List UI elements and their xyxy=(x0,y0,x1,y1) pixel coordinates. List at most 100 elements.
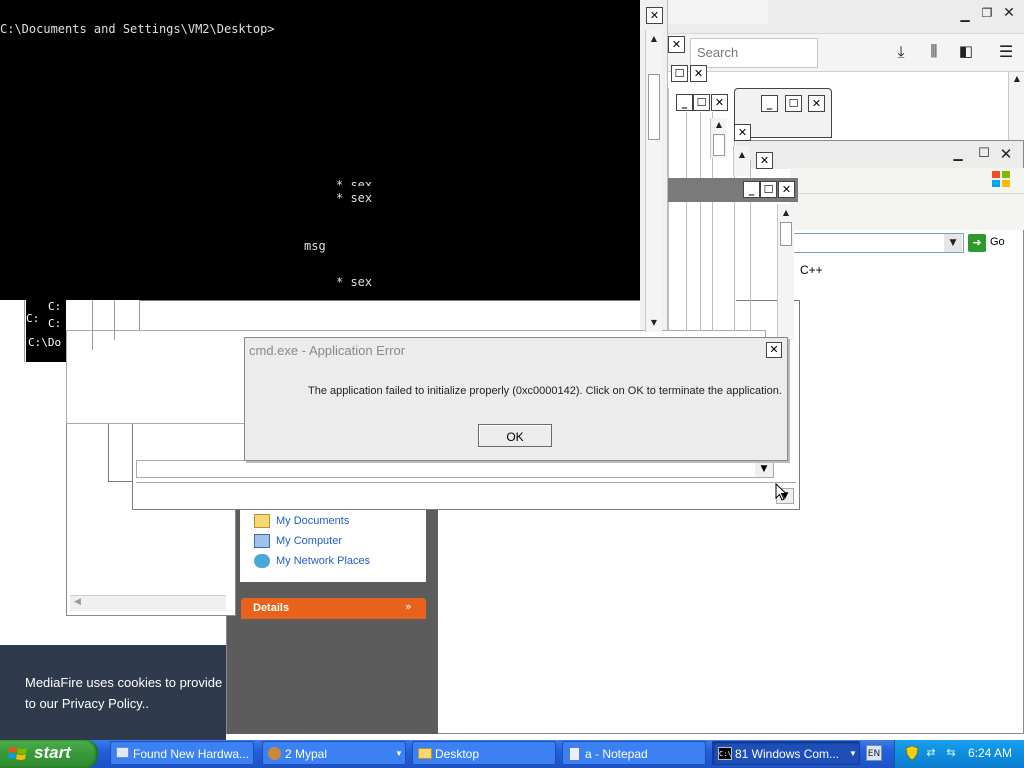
console-line: * sex xyxy=(336,178,373,186)
close-icon[interactable]: ✕ xyxy=(778,181,795,198)
browser-scrollbar[interactable]: ▲ xyxy=(1008,72,1024,142)
maximize-icon[interactable]: ☐ xyxy=(760,181,777,198)
sidebar-icon[interactable]: ◧ xyxy=(956,42,976,62)
ghost-vline xyxy=(92,300,93,350)
close-icon[interactable]: ✕ xyxy=(766,342,782,358)
security-shield-icon[interactable] xyxy=(905,745,919,761)
library-icon[interactable]: ⫼ xyxy=(924,42,944,62)
volume-icon[interactable]: ⇆ xyxy=(944,746,958,760)
my-network-places-icon xyxy=(254,554,270,568)
chevron-down-icon: ▼ xyxy=(849,749,857,758)
maximize-icon[interactable]: ☐ xyxy=(671,65,688,82)
explorer-menubar xyxy=(790,168,1024,194)
close-icon[interactable]: ✕ xyxy=(734,124,751,141)
chevron-down-icon[interactable]: » xyxy=(405,600,412,613)
console-window[interactable]: C:\Documents and Settings\VM2\Desktop> *… xyxy=(0,0,640,300)
console-line: msg xyxy=(304,239,326,253)
ghost-vline xyxy=(24,300,25,362)
taskbar-item[interactable]: Found New Hardwa... xyxy=(110,741,254,765)
close-icon[interactable]: ✕ xyxy=(808,95,825,112)
taskbar-item-label: 81 Windows Com... xyxy=(735,747,840,761)
scroll-thumb[interactable] xyxy=(780,222,792,246)
maximize-icon[interactable]: ☐ xyxy=(693,94,710,111)
chevron-down-icon: ▼ xyxy=(395,749,403,758)
go-label: Go xyxy=(990,236,1005,248)
my-documents-icon xyxy=(254,514,270,528)
clock[interactable]: 6:24 AM xyxy=(968,746,1012,760)
maximize-icon[interactable]: ☐ xyxy=(785,95,802,112)
hardware-icon xyxy=(116,747,129,758)
explorer-toolbar xyxy=(790,194,1024,230)
minimize-icon[interactable]: ▁ xyxy=(958,8,972,22)
console-line: * sex xyxy=(336,191,373,205)
my-computer-link[interactable]: My Computer xyxy=(276,535,342,547)
my-network-places-link[interactable]: My Network Places xyxy=(276,555,370,567)
ok-button[interactable]: OK xyxy=(478,424,552,447)
scroll-thumb[interactable] xyxy=(713,134,725,156)
my-documents-link[interactable]: My Documents xyxy=(276,515,349,527)
scroll-up-icon[interactable]: ▲ xyxy=(713,118,725,132)
ghost-strips xyxy=(640,0,832,340)
taskbar-item-label: Desktop xyxy=(435,747,480,761)
taskbar-item-label: Found New Hardwa... xyxy=(133,747,250,761)
console-fragment-text: C:\Do xyxy=(28,336,62,349)
ghost-field xyxy=(136,482,796,508)
scroll-up-icon[interactable]: ▲ xyxy=(1011,72,1023,86)
minimize-icon[interactable]: ▁ xyxy=(950,147,966,163)
close-icon[interactable]: ✕ xyxy=(668,36,685,53)
menu-icon[interactable]: ☰ xyxy=(996,42,1016,62)
error-dialog: cmd.exe - Application Error ✕ The applic… xyxy=(244,337,788,461)
folder-icon xyxy=(418,748,432,759)
close-icon[interactable]: ✕ xyxy=(711,94,728,111)
minimize-icon[interactable]: _ xyxy=(743,181,760,198)
scroll-left-icon: ◀ xyxy=(74,597,81,607)
ghost-scrollbar[interactable]: ▲ ▼ xyxy=(645,30,662,332)
taskbar-item[interactable]: Desktop xyxy=(412,741,556,765)
restore-icon[interactable]: ❐ xyxy=(980,6,994,20)
address-dropdown-icon[interactable]: ▼ xyxy=(944,234,962,252)
close-icon[interactable]: ✕ xyxy=(1002,5,1016,21)
ghost-scrollbar[interactable]: ▲ xyxy=(777,204,794,340)
ghost-dropdown-field xyxy=(136,460,774,478)
cookie-text-line[interactable]: to our Privacy Policy.. xyxy=(25,696,149,711)
taskbar-item[interactable]: a - Notepad xyxy=(562,741,706,765)
close-icon[interactable]: ✕ xyxy=(690,65,707,82)
close-icon[interactable]: ✕ xyxy=(998,145,1014,163)
taskbar-item-label: 2 Mypal xyxy=(285,747,328,761)
my-computer-icon xyxy=(254,534,270,548)
cookie-banner: MediaFire uses cookies to provide to our… xyxy=(0,645,226,740)
close-icon[interactable]: ✕ xyxy=(756,152,773,169)
ghost-vline xyxy=(114,300,115,340)
minimize-icon[interactable]: _ xyxy=(676,94,693,111)
download-icon[interactable]: ⤓ xyxy=(892,42,910,62)
details-label: Details xyxy=(253,602,290,614)
console-fragment-left: C: xyxy=(26,312,40,325)
dialog-title: cmd.exe - Application Error xyxy=(249,343,406,358)
scroll-up-icon[interactable]: ▲ xyxy=(648,32,660,46)
ghost-scrollbar-h xyxy=(70,595,226,611)
details-header[interactable]: Details » xyxy=(241,598,426,619)
network-icon[interactable]: ⇄ xyxy=(924,746,938,760)
taskbar-item-label: a - Notepad xyxy=(585,747,648,761)
go-button[interactable]: ➜ Go xyxy=(968,233,1018,253)
console-fragment: C: C: C:\Do xyxy=(26,300,66,362)
close-icon[interactable]: ✕ xyxy=(646,7,663,24)
maximize-icon[interactable]: ☐ xyxy=(976,146,992,162)
scroll-thumb[interactable] xyxy=(648,74,660,140)
mouse-cursor-icon xyxy=(775,482,789,503)
start-button[interactable]: start xyxy=(0,740,98,768)
scroll-up-icon[interactable]: ▲ xyxy=(736,148,748,162)
address-bar[interactable] xyxy=(790,233,964,253)
taskbar-item[interactable]: 2 Mypal ▼ xyxy=(262,741,406,765)
ghost-scrollbar[interactable]: ▲ xyxy=(733,146,750,176)
taskbar-item-active[interactable]: C:\ 81 Windows Com... ▼ xyxy=(712,741,860,765)
minimize-icon[interactable]: _ xyxy=(761,95,778,112)
ghost-scrollbar[interactable]: ▲ xyxy=(710,118,727,158)
start-label: start xyxy=(34,743,71,762)
windows-logo-icon xyxy=(990,168,1012,190)
go-arrow-icon: ➜ xyxy=(968,234,986,252)
notepad-icon xyxy=(569,747,580,761)
scroll-down-icon[interactable]: ▼ xyxy=(648,316,660,330)
scroll-up-icon[interactable]: ▲ xyxy=(780,206,792,220)
language-bar-icon[interactable]: EN xyxy=(866,745,882,761)
